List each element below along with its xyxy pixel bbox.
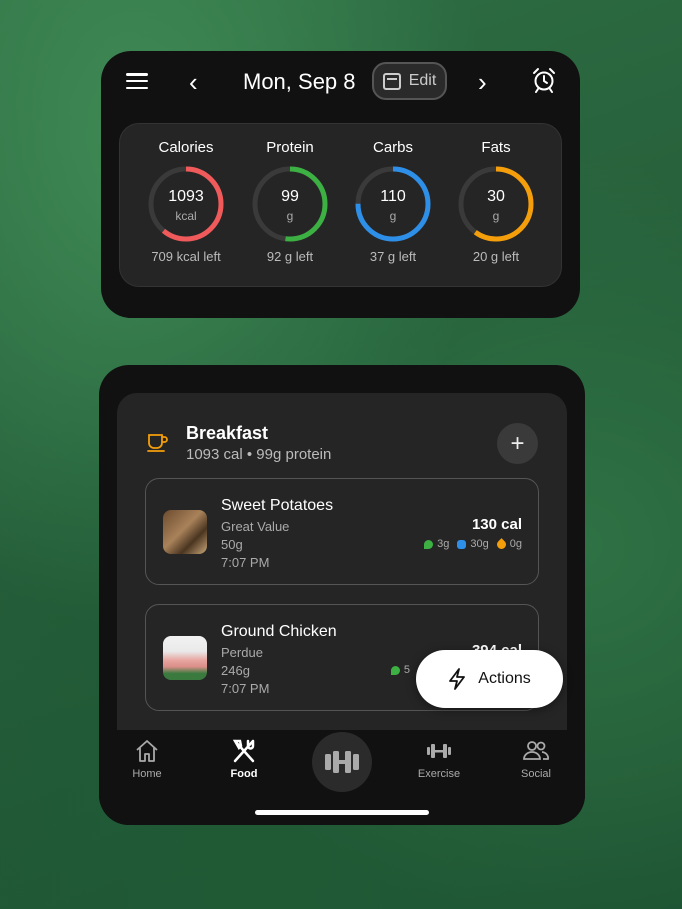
tab-label: Food xyxy=(230,768,258,780)
home-indicator[interactable] xyxy=(255,810,429,815)
meal-title: Breakfast xyxy=(186,423,269,443)
tab-label: Social xyxy=(521,768,551,780)
daily-summary-card: ‹ Mon, Sep 8 Edit › Calories 1093 kcal 7… xyxy=(101,51,580,318)
tab-exercise[interactable]: Exercise xyxy=(404,738,474,780)
edit-label: Edit xyxy=(408,72,437,89)
meal-log-card: Breakfast 1093 cal • 99g protein + Sweet… xyxy=(99,365,585,825)
actions-label: Actions xyxy=(478,670,531,687)
date-title: Mon, Sep 8 xyxy=(243,69,356,94)
next-day-button[interactable]: › xyxy=(478,67,487,97)
food-name: Sweet Potatoes xyxy=(221,497,334,514)
previous-day-button[interactable]: ‹ xyxy=(189,67,198,97)
food-quantity: 50g xyxy=(221,537,243,552)
macro-remaining: 20 g left xyxy=(472,249,520,264)
food-brand: Great Value xyxy=(221,519,290,534)
macro-remaining: 37 g left xyxy=(369,249,417,264)
date-header: ‹ Mon, Sep 8 Edit › xyxy=(101,62,580,100)
food-thumbnail xyxy=(163,510,207,554)
macro-unit: kcal xyxy=(175,209,197,223)
protein-icon xyxy=(390,665,400,675)
macro-summary: Calories 1093 kcal 709 kcal left Protein… xyxy=(119,123,562,287)
food-calories: 130 cal xyxy=(471,516,522,533)
macro-unit: g xyxy=(286,209,294,223)
dumbbell-icon xyxy=(427,744,451,758)
tab-social[interactable]: Social xyxy=(501,738,571,780)
edit-date-button[interactable]: Edit xyxy=(372,62,447,100)
add-food-button[interactable]: + xyxy=(497,423,538,464)
food-thumbnail xyxy=(163,636,207,680)
calendar-icon xyxy=(382,72,401,90)
tab-label: Exercise xyxy=(417,768,461,780)
macro-remaining: 709 kcal left xyxy=(151,249,221,264)
protein-amount: 5 xyxy=(403,664,410,676)
carbs-amount: 30g xyxy=(470,538,489,550)
macro-title: Calories xyxy=(158,139,214,156)
food-brand: Perdue xyxy=(221,645,263,660)
coffee-cup-icon xyxy=(147,434,168,452)
tab-food[interactable]: Food xyxy=(209,738,279,780)
center-action-button[interactable] xyxy=(312,732,372,792)
food-macros: 5 xyxy=(390,664,410,676)
people-icon xyxy=(523,741,549,760)
food-time: 7:07 PM xyxy=(221,555,270,570)
macro-value: 1093 xyxy=(168,188,204,205)
lightning-icon xyxy=(449,668,466,690)
fork-knife-icon xyxy=(232,739,255,763)
carbs-icon xyxy=(457,539,467,549)
food-name: Ground Chicken xyxy=(221,623,337,640)
macro-remaining: 92 g left xyxy=(266,249,314,264)
macro-title: Carbs xyxy=(372,139,413,156)
tab-label: Home xyxy=(132,768,162,780)
food-item[interactable]: Sweet Potatoes Great Value 50g 7:07 PM 1… xyxy=(145,478,539,585)
food-macros: 3g 30g 0g xyxy=(424,537,522,551)
alarm-clock-icon[interactable] xyxy=(531,67,557,93)
menu-icon[interactable] xyxy=(126,73,148,90)
home-icon xyxy=(136,740,158,762)
food-time: 7:07 PM xyxy=(221,681,270,696)
fat-amount: 0g xyxy=(509,538,522,550)
macro-title: Fats xyxy=(481,139,511,156)
macro-value: 30 xyxy=(487,188,505,205)
protein-amount: 3g xyxy=(437,538,450,550)
macro-value: 99 xyxy=(281,188,299,205)
protein-icon xyxy=(424,539,434,549)
macro-value: 110 xyxy=(380,188,406,205)
tab-home[interactable]: Home xyxy=(112,738,182,780)
meal-summary: 1093 cal • 99g protein xyxy=(186,446,332,463)
fat-icon xyxy=(494,537,508,551)
bottom-tab-bar: Home Food Exercise Social xyxy=(99,730,585,825)
actions-button[interactable]: Actions xyxy=(416,650,563,708)
food-quantity: 246g xyxy=(221,663,250,678)
macro-unit: g xyxy=(492,209,500,223)
barbell-icon xyxy=(325,751,359,773)
macro-title: Protein xyxy=(266,139,314,156)
macro-unit: g xyxy=(389,209,397,223)
